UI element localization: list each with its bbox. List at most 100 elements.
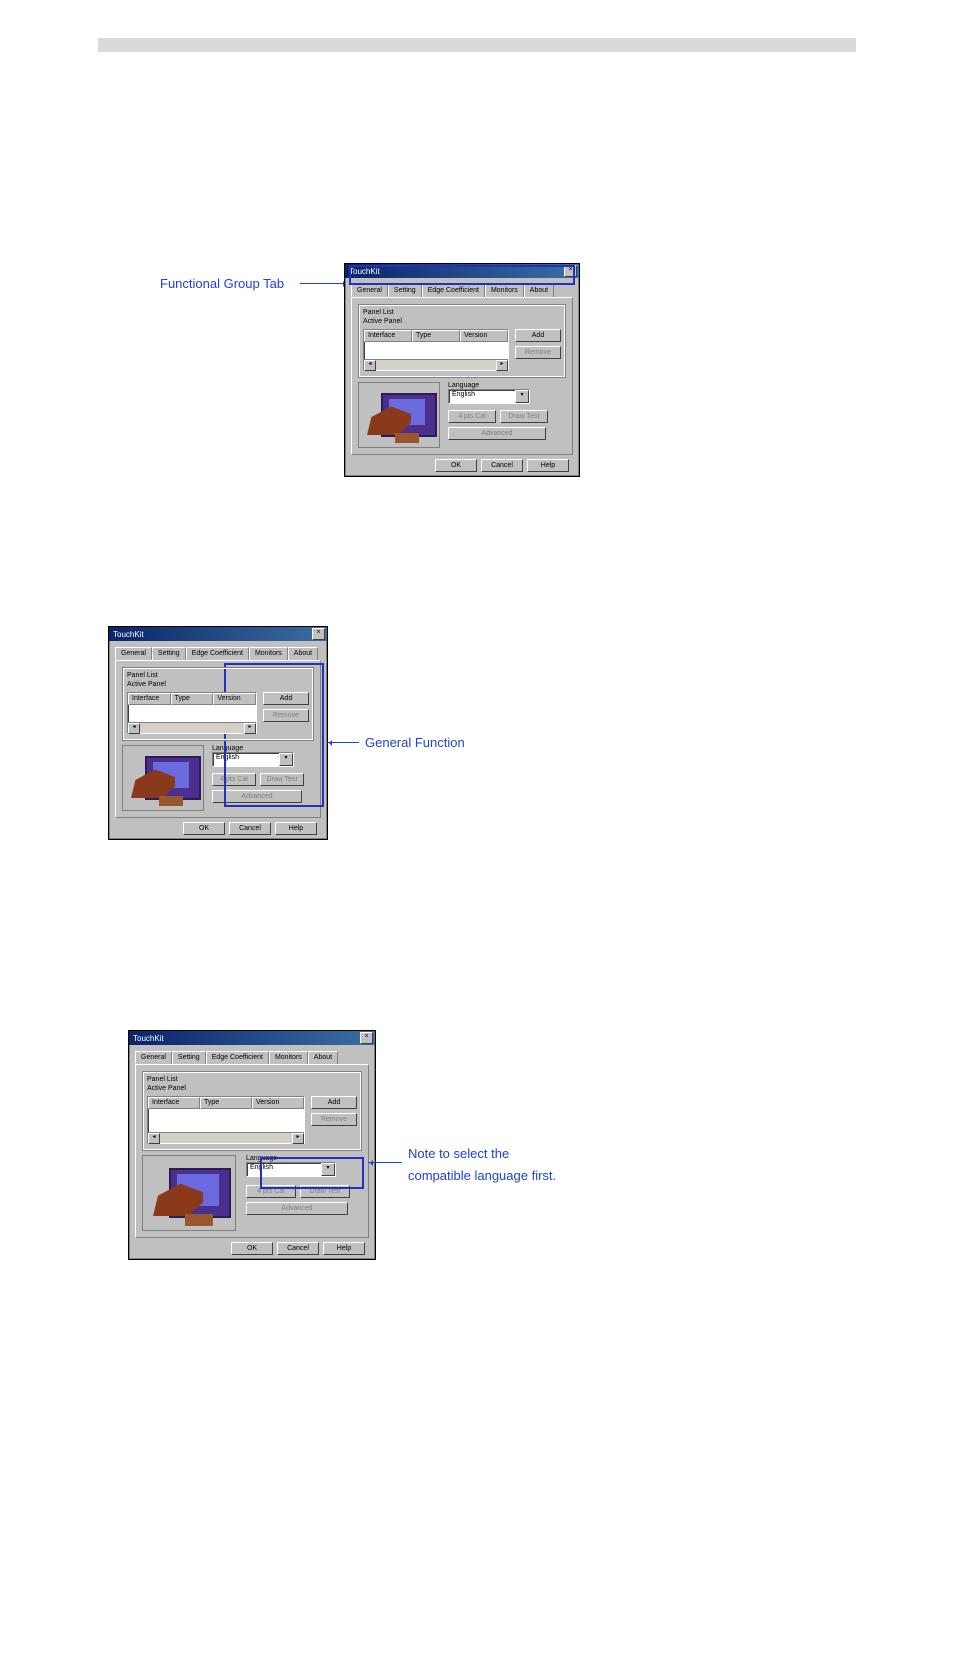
tab-about[interactable]: About <box>308 1051 338 1064</box>
tab-monitors[interactable]: Monitors <box>485 284 524 297</box>
language-value: English <box>449 390 515 403</box>
chevron-down-icon[interactable]: ▾ <box>321 1163 335 1176</box>
language-dropdown[interactable]: English ▾ <box>212 752 294 767</box>
col-interface[interactable]: Interface <box>128 693 171 705</box>
touchkit-dialog-1: TouchKit × General Setting Edge Coeffici… <box>344 263 580 477</box>
close-icon[interactable]: × <box>360 1032 373 1044</box>
advanced-button[interactable]: Advanced <box>212 790 302 803</box>
tab-bar: General Setting Edge Coefficient Monitor… <box>135 1051 369 1064</box>
col-version[interactable]: Version <box>460 330 508 342</box>
chevron-down-icon[interactable]: ▾ <box>279 753 293 766</box>
help-button[interactable]: Help <box>275 822 317 835</box>
tab-edge[interactable]: Edge Coefficient <box>186 647 249 660</box>
panel-illustration <box>122 745 204 811</box>
tab-edge[interactable]: Edge Coefficient <box>422 284 485 297</box>
cal-button[interactable]: 4 pts Cal <box>212 773 256 786</box>
page-header-bar <box>98 38 856 52</box>
panel-listbox[interactable]: Interface Type Version ◂ ▸ <box>363 329 509 371</box>
add-button[interactable]: Add <box>311 1096 357 1109</box>
panel-list-label: Panel List <box>363 309 561 316</box>
col-type[interactable]: Type <box>200 1097 252 1109</box>
tab-edge[interactable]: Edge Coefficient <box>206 1051 269 1064</box>
advanced-button[interactable]: Advanced <box>448 427 546 440</box>
ok-button[interactable]: OK <box>183 822 225 835</box>
active-panel-label: Active Panel <box>147 1085 357 1092</box>
panel-illustration <box>142 1155 236 1231</box>
ok-button[interactable]: OK <box>435 459 477 472</box>
col-type[interactable]: Type <box>412 330 460 342</box>
callout-note-line1: Note to select the <box>408 1146 509 1161</box>
help-button[interactable]: Help <box>527 459 569 472</box>
scroll-left-icon[interactable]: ◂ <box>128 723 140 734</box>
callout-note-line2: compatible language first. <box>408 1168 556 1183</box>
touchkit-dialog-3: TouchKit × General Setting Edge Coeffici… <box>128 1030 376 1260</box>
language-label: Language <box>246 1155 362 1162</box>
add-button[interactable]: Add <box>515 329 561 342</box>
ok-button[interactable]: OK <box>231 1242 273 1255</box>
tab-setting[interactable]: Setting <box>172 1051 206 1064</box>
panel-listbox[interactable]: Interface Type Version ◂ ▸ <box>127 692 257 734</box>
touchkit-dialog-2: TouchKit × General Setting Edge Coeffici… <box>108 626 328 840</box>
remove-button[interactable]: Remove <box>515 346 561 359</box>
tab-bar: General Setting Edge Coefficient Monitor… <box>115 647 321 660</box>
tab-general[interactable]: General <box>115 647 152 660</box>
close-icon[interactable]: × <box>312 628 325 640</box>
col-interface[interactable]: Interface <box>148 1097 200 1109</box>
remove-button[interactable]: Remove <box>263 709 309 722</box>
cal-button[interactable]: 4 pts Cal <box>448 410 496 423</box>
remove-button[interactable]: Remove <box>311 1113 357 1126</box>
col-version[interactable]: Version <box>213 693 256 705</box>
h-scrollbar[interactable]: ◂ ▸ <box>364 359 508 370</box>
language-dropdown[interactable]: English ▾ <box>246 1162 336 1177</box>
scroll-left-icon[interactable]: ◂ <box>148 1133 160 1144</box>
arrow-icon <box>368 1162 402 1163</box>
scroll-left-icon[interactable]: ◂ <box>364 360 376 371</box>
panel-listbox[interactable]: Interface Type Version ◂ ▸ <box>147 1096 305 1144</box>
active-panel-label: Active Panel <box>363 318 561 325</box>
add-button[interactable]: Add <box>263 692 309 705</box>
language-value: English <box>213 753 279 766</box>
scroll-right-icon[interactable]: ▸ <box>244 723 256 734</box>
cal-button[interactable]: 4 pts Cal <box>246 1185 296 1198</box>
h-scrollbar[interactable]: ◂ ▸ <box>148 1132 304 1143</box>
tab-monitors[interactable]: Monitors <box>269 1051 308 1064</box>
panel-illustration <box>358 382 440 448</box>
window-title: TouchKit <box>131 1034 164 1043</box>
chevron-down-icon[interactable]: ▾ <box>515 390 529 403</box>
tab-setting[interactable]: Setting <box>152 647 186 660</box>
tab-about[interactable]: About <box>288 647 318 660</box>
panel-list-label: Panel List <box>147 1076 357 1083</box>
language-dropdown[interactable]: English ▾ <box>448 389 530 404</box>
scroll-right-icon[interactable]: ▸ <box>292 1133 304 1144</box>
tab-setting[interactable]: Setting <box>388 284 422 297</box>
tab-general[interactable]: General <box>135 1051 172 1064</box>
tab-bar: General Setting Edge Coefficient Monitor… <box>351 284 573 297</box>
drawtest-button[interactable]: Draw Test <box>300 1185 350 1198</box>
language-value: English <box>247 1163 321 1176</box>
arrow-icon <box>327 742 359 743</box>
drawtest-button[interactable]: Draw Test <box>260 773 304 786</box>
callout-general-function: General Function <box>365 735 465 750</box>
close-icon[interactable]: × <box>564 265 577 277</box>
language-label: Language <box>448 382 566 389</box>
cancel-button[interactable]: Cancel <box>229 822 271 835</box>
window-title: TouchKit <box>347 267 380 276</box>
tab-monitors[interactable]: Monitors <box>249 647 288 660</box>
drawtest-button[interactable]: Draw Test <box>500 410 548 423</box>
language-label: Language <box>212 745 314 752</box>
cancel-button[interactable]: Cancel <box>481 459 523 472</box>
cancel-button[interactable]: Cancel <box>277 1242 319 1255</box>
tab-about[interactable]: About <box>524 284 554 297</box>
tab-general[interactable]: General <box>351 284 388 297</box>
scroll-right-icon[interactable]: ▸ <box>496 360 508 371</box>
col-type[interactable]: Type <box>171 693 214 705</box>
col-interface[interactable]: Interface <box>364 330 412 342</box>
window-title: TouchKit <box>111 630 144 639</box>
active-panel-label: Active Panel <box>127 681 309 688</box>
arrow-icon <box>300 283 348 284</box>
h-scrollbar[interactable]: ◂ ▸ <box>128 722 256 733</box>
help-button[interactable]: Help <box>323 1242 365 1255</box>
callout-functional-group-tab: Functional Group Tab <box>160 276 284 291</box>
col-version[interactable]: Version <box>252 1097 304 1109</box>
advanced-button[interactable]: Advanced <box>246 1202 348 1215</box>
